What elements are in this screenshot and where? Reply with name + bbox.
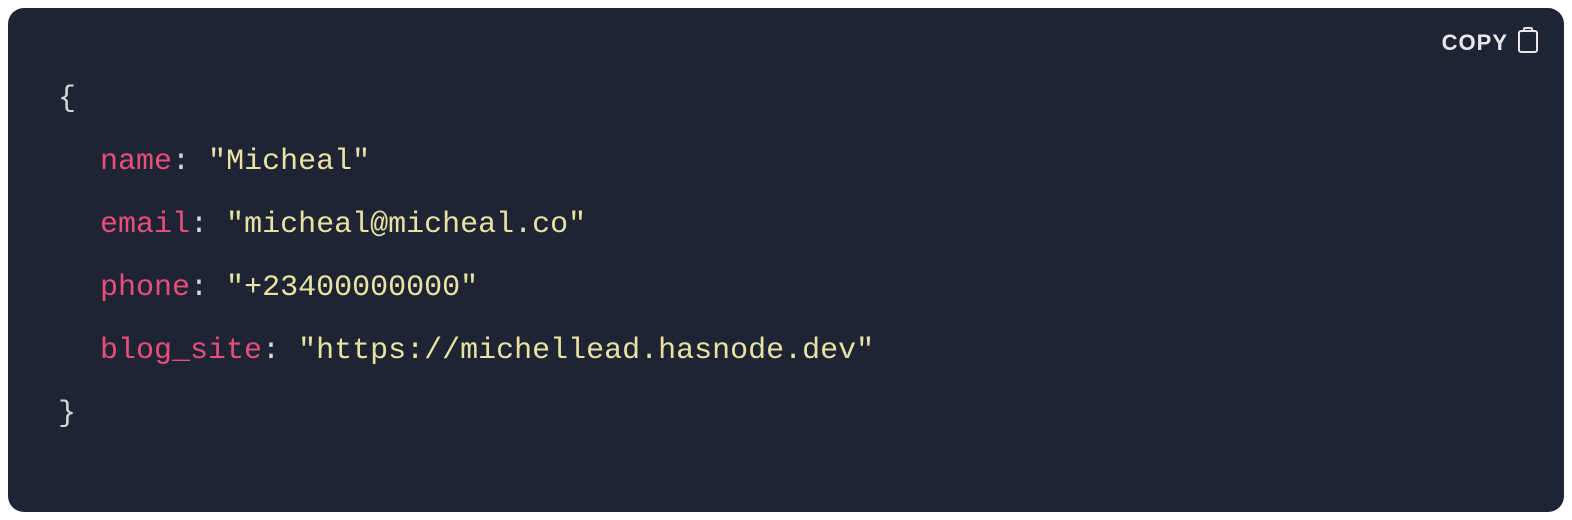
colon: : [190,271,208,305]
code-line-close: } [58,383,1514,446]
json-value: "micheal@micheal.co" [226,208,586,242]
json-value: "https://michellead.hasnode.dev" [298,334,874,368]
space [280,334,298,368]
space [190,145,208,179]
copy-label: COPY [1442,30,1508,56]
clipboard-icon [1516,26,1540,60]
code-line-entry: blog_site: "https://michellead.hasnode.d… [58,320,1514,383]
code-line-entry: phone: "+23400000000" [58,257,1514,320]
code-line-open: { [58,68,1514,131]
space [208,271,226,305]
json-value: "+23400000000" [226,271,478,305]
colon: : [262,334,280,368]
space [208,208,226,242]
json-key: phone [100,271,190,305]
code-block: COPY { name: "Micheal" email: "micheal@m… [8,8,1564,512]
code-content: { name: "Micheal" email: "micheal@michea… [58,68,1514,446]
copy-button[interactable]: COPY [1442,26,1540,60]
colon: : [172,145,190,179]
open-brace: { [58,82,76,116]
json-value: "Micheal" [208,145,370,179]
json-key: email [100,208,190,242]
code-line-entry: email: "micheal@micheal.co" [58,194,1514,257]
close-brace: } [58,397,76,431]
json-key: name [100,145,172,179]
code-line-entry: name: "Micheal" [58,131,1514,194]
colon: : [190,208,208,242]
json-key: blog_site [100,334,262,368]
